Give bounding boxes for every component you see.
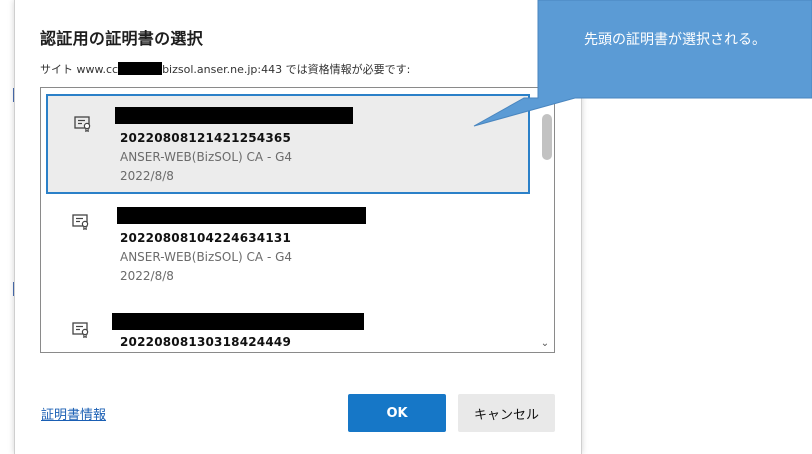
certificate-icon [72, 322, 89, 338]
background-page-right [580, 100, 812, 454]
certificate-serial: 20220808121421254365 [120, 131, 291, 145]
certificate-issuer: ANSER-WEB(BizSOL) CA - G4 [120, 150, 293, 164]
list-scrollbar[interactable]: ⌃ ⌄ [536, 88, 554, 352]
dialog-title: 認証用の証明書の選択 [40, 29, 204, 48]
background-page-left [0, 0, 16, 454]
certificate-issuer: ANSER-WEB(BizSOL) CA - G4 [120, 250, 293, 264]
certificate-serial: 20220808104224634131 [120, 231, 291, 245]
dialog-subtitle: サイト www.cc bizsol.anser.ne.jp:443 では資格情報が… [40, 61, 410, 77]
redaction-bar [115, 107, 353, 124]
subtitle-suffix: bizsol.anser.ne.jp:443 では資格情報が必要です: [162, 63, 411, 76]
certificate-item[interactable]: 20220808121421254365 ANSER-WEB(BizSOL) C… [46, 94, 530, 194]
ok-button[interactable]: OK [348, 394, 446, 432]
redaction-bar [112, 313, 364, 330]
certificate-icon [74, 116, 91, 132]
certificate-icon [72, 214, 89, 230]
cancel-button[interactable]: キャンセル [458, 394, 555, 432]
redaction-bar [117, 207, 366, 224]
callout-text: 先頭の証明書が選択される。 [584, 32, 766, 48]
certificate-serial: 20220808130318424449 [120, 335, 291, 349]
scrollbar-thumb[interactable] [542, 114, 552, 160]
certificate-date: 2022/8/8 [120, 269, 174, 283]
certificate-list[interactable]: 20220808121421254365 ANSER-WEB(BizSOL) C… [40, 87, 555, 353]
certificate-selection-dialog: 認証用の証明書の選択 サイト www.cc bizsol.anser.ne.jp:… [14, 0, 582, 454]
subtitle-prefix: サイト www.cc [40, 63, 119, 76]
redaction-bar [118, 62, 163, 75]
certificate-item[interactable]: 20220808130318424449 [46, 306, 530, 352]
certificate-date: 2022/8/8 [120, 169, 174, 183]
certificate-item[interactable]: 20220808104224634131 ANSER-WEB(BizSOL) C… [46, 200, 530, 300]
certificate-info-link[interactable]: 証明書情報 [41, 404, 106, 423]
chevron-down-icon[interactable]: ⌄ [536, 336, 554, 352]
